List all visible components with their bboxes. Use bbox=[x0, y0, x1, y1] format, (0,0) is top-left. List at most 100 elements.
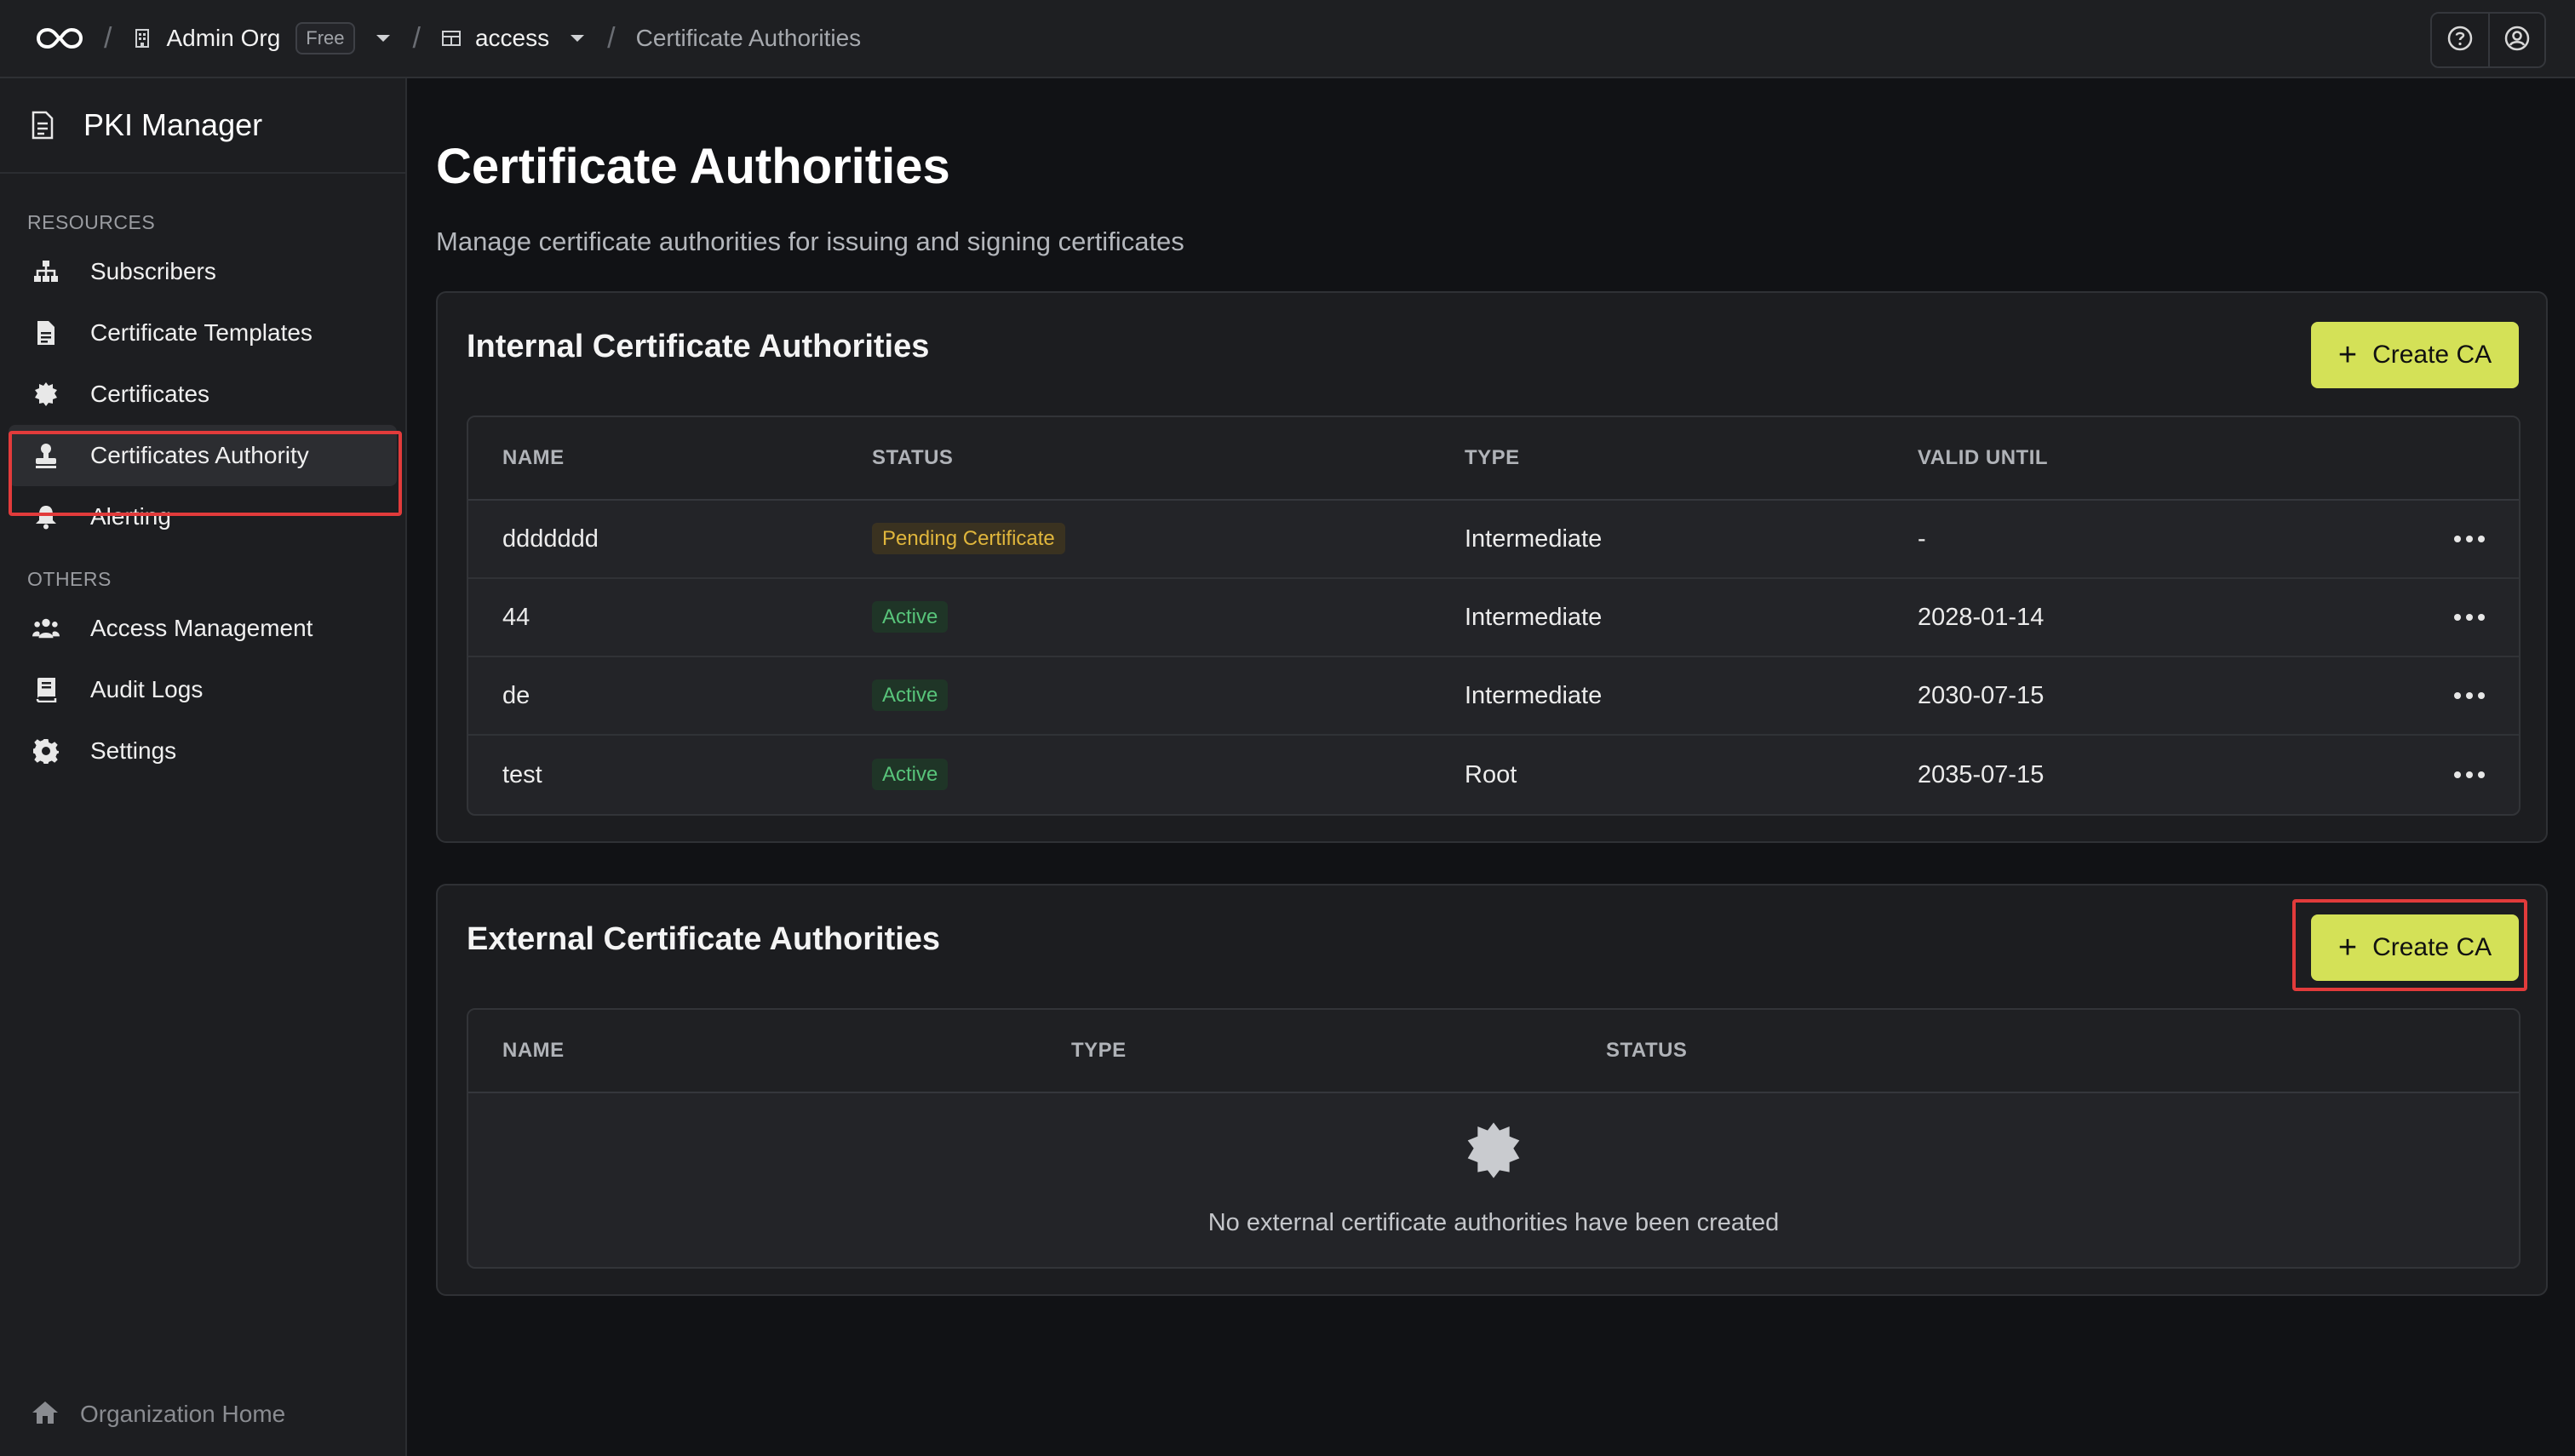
column-header-type: TYPE bbox=[1071, 1039, 1127, 1062]
breadcrumb-current: Certificate Authorities bbox=[635, 25, 862, 51]
breadcrumb-separator: / bbox=[104, 21, 112, 54]
page-subtitle: Manage certificate authorities for issui… bbox=[436, 226, 1184, 256]
help-button[interactable] bbox=[2432, 14, 2488, 66]
sidebar-item-alerting[interactable]: Alerting bbox=[9, 486, 397, 547]
organization-home-link[interactable]: Organization Home bbox=[31, 1400, 285, 1429]
table-header: NAME TYPE STATUS bbox=[468, 1010, 2519, 1093]
table-row[interactable]: de Active Intermediate 2030-07-15 bbox=[468, 657, 2519, 736]
sidebar: PKI Manager RESOURCES Subscribers Certif… bbox=[0, 78, 407, 1456]
external-ca-title: External Certificate Authorities bbox=[467, 921, 941, 957]
status-badge: Active bbox=[872, 679, 949, 711]
column-header-status: STATUS bbox=[1606, 1039, 1688, 1062]
ca-valid-until: 2030-07-15 bbox=[1918, 681, 2045, 709]
create-internal-ca-button[interactable]: + Create CA bbox=[2311, 322, 2519, 388]
table-row[interactable]: test Active Root 2035-07-15 bbox=[468, 736, 2519, 814]
sidebar-item-label: Settings bbox=[90, 737, 177, 764]
ca-valid-until: 2035-07-15 bbox=[1918, 760, 2045, 788]
infinity-logo-icon[interactable] bbox=[36, 26, 83, 51]
table-row[interactable]: ddddddd Pending Certificate Intermediate… bbox=[468, 501, 2519, 579]
status-badge: Active bbox=[872, 759, 949, 790]
table-row[interactable]: 44 Active Intermediate 2028-01-14 bbox=[468, 579, 2519, 657]
plan-badge: Free bbox=[295, 22, 355, 54]
page-title: Certificate Authorities bbox=[436, 139, 950, 194]
organization-home-label: Organization Home bbox=[80, 1401, 286, 1427]
empty-state: No external certificate authorities have… bbox=[468, 1093, 2519, 1267]
breadcrumb-separator: / bbox=[607, 21, 616, 54]
status-badge: Pending Certificate bbox=[872, 523, 1065, 554]
create-external-ca-button[interactable]: + Create CA bbox=[2311, 914, 2519, 981]
sidebar-item-certificate-templates[interactable]: Certificate Templates bbox=[9, 302, 397, 364]
user-account-button[interactable] bbox=[2488, 14, 2544, 66]
empty-state-message: No external certificate authorities have… bbox=[1207, 1209, 1780, 1236]
sidebar-item-label: Certificates bbox=[90, 381, 210, 407]
project-name: access bbox=[474, 25, 550, 51]
file-icon bbox=[32, 319, 60, 347]
sidebar-item-audit-logs[interactable]: Audit Logs bbox=[9, 659, 397, 720]
column-header-status: STATUS bbox=[872, 446, 954, 469]
external-ca-table: NAME TYPE STATUS No external certificate… bbox=[467, 1008, 2521, 1269]
ca-name: test bbox=[502, 760, 542, 788]
table-header: NAME STATUS TYPE VALID UNTIL bbox=[468, 417, 2519, 501]
gear-icon bbox=[32, 737, 60, 765]
stamp-icon bbox=[32, 442, 60, 469]
sidebar-item-access-management[interactable]: Access Management bbox=[9, 598, 397, 659]
breadcrumb-separator: / bbox=[412, 21, 421, 54]
chevron-down-icon[interactable] bbox=[568, 29, 587, 48]
sidebar-item-certificates-authority[interactable]: Certificates Authority bbox=[9, 425, 397, 486]
column-header-name: NAME bbox=[502, 1039, 565, 1062]
org-name: Admin Org bbox=[166, 25, 281, 51]
sidebar-item-label: Certificates Authority bbox=[90, 442, 309, 468]
sidebar-item-certificates[interactable]: Certificates bbox=[9, 364, 397, 425]
ca-name: ddddddd bbox=[502, 525, 599, 553]
book-icon bbox=[32, 676, 60, 703]
building-icon bbox=[132, 28, 152, 49]
ca-valid-until: - bbox=[1918, 525, 1926, 553]
users-icon bbox=[32, 615, 60, 642]
certificate-icon bbox=[1464, 1121, 1523, 1180]
status-badge: Active bbox=[872, 601, 949, 633]
sitemap-icon bbox=[32, 258, 60, 285]
app-root: / Admin Org Free / access / Certificate … bbox=[0, 0, 2575, 1456]
ca-type: Intermediate bbox=[1465, 603, 1603, 631]
help-icon bbox=[2446, 25, 2474, 56]
top-bar: / Admin Org Free / access / Certificate … bbox=[0, 0, 2575, 78]
certificate-icon bbox=[32, 381, 60, 408]
user-circle-icon bbox=[2503, 25, 2531, 56]
sidebar-item-label: Access Management bbox=[90, 615, 313, 641]
bell-icon bbox=[32, 503, 60, 530]
column-header-type: TYPE bbox=[1465, 446, 1520, 469]
plus-icon: + bbox=[2337, 930, 2358, 966]
internal-ca-title: Internal Certificate Authorities bbox=[467, 329, 930, 364]
ca-type: Intermediate bbox=[1465, 681, 1603, 709]
ca-type: Intermediate bbox=[1465, 525, 1603, 553]
sidebar-section-resources: RESOURCES bbox=[27, 211, 156, 233]
more-options-icon[interactable] bbox=[2454, 691, 2485, 701]
more-options-icon[interactable] bbox=[2454, 770, 2485, 780]
sidebar-item-label: Subscribers bbox=[90, 258, 216, 284]
create-ca-label: Create CA bbox=[2372, 933, 2492, 961]
external-ca-card: External Certificate Authorities + Creat… bbox=[436, 884, 2548, 1296]
ca-name: 44 bbox=[502, 603, 530, 631]
sidebar-item-settings[interactable]: Settings bbox=[9, 720, 397, 782]
column-header-valid-until: VALID UNTIL bbox=[1918, 446, 2049, 469]
project-switcher[interactable]: access bbox=[441, 25, 587, 52]
ca-valid-until: 2028-01-14 bbox=[1918, 603, 2045, 631]
column-header-name: NAME bbox=[502, 446, 565, 469]
ca-type: Root bbox=[1465, 760, 1517, 788]
internal-ca-card: Internal Certificate Authorities + Creat… bbox=[436, 291, 2548, 843]
more-options-icon[interactable] bbox=[2454, 612, 2485, 622]
sidebar-header: PKI Manager bbox=[0, 78, 405, 174]
home-icon bbox=[31, 1400, 60, 1429]
more-options-icon[interactable] bbox=[2454, 534, 2485, 544]
org-switcher[interactable]: Admin Org Free bbox=[132, 22, 392, 54]
sidebar-item-label: Certificate Templates bbox=[90, 319, 313, 346]
document-icon bbox=[29, 110, 60, 140]
sidebar-item-label: Alerting bbox=[90, 503, 171, 530]
top-actions bbox=[2430, 12, 2546, 68]
create-ca-label: Create CA bbox=[2372, 341, 2492, 369]
ca-name: de bbox=[502, 681, 530, 709]
sidebar-section-others: OTHERS bbox=[27, 568, 112, 590]
sidebar-item-subscribers[interactable]: Subscribers bbox=[9, 241, 397, 302]
chevron-down-icon[interactable] bbox=[374, 29, 393, 48]
sidebar-title: PKI Manager bbox=[83, 107, 263, 142]
